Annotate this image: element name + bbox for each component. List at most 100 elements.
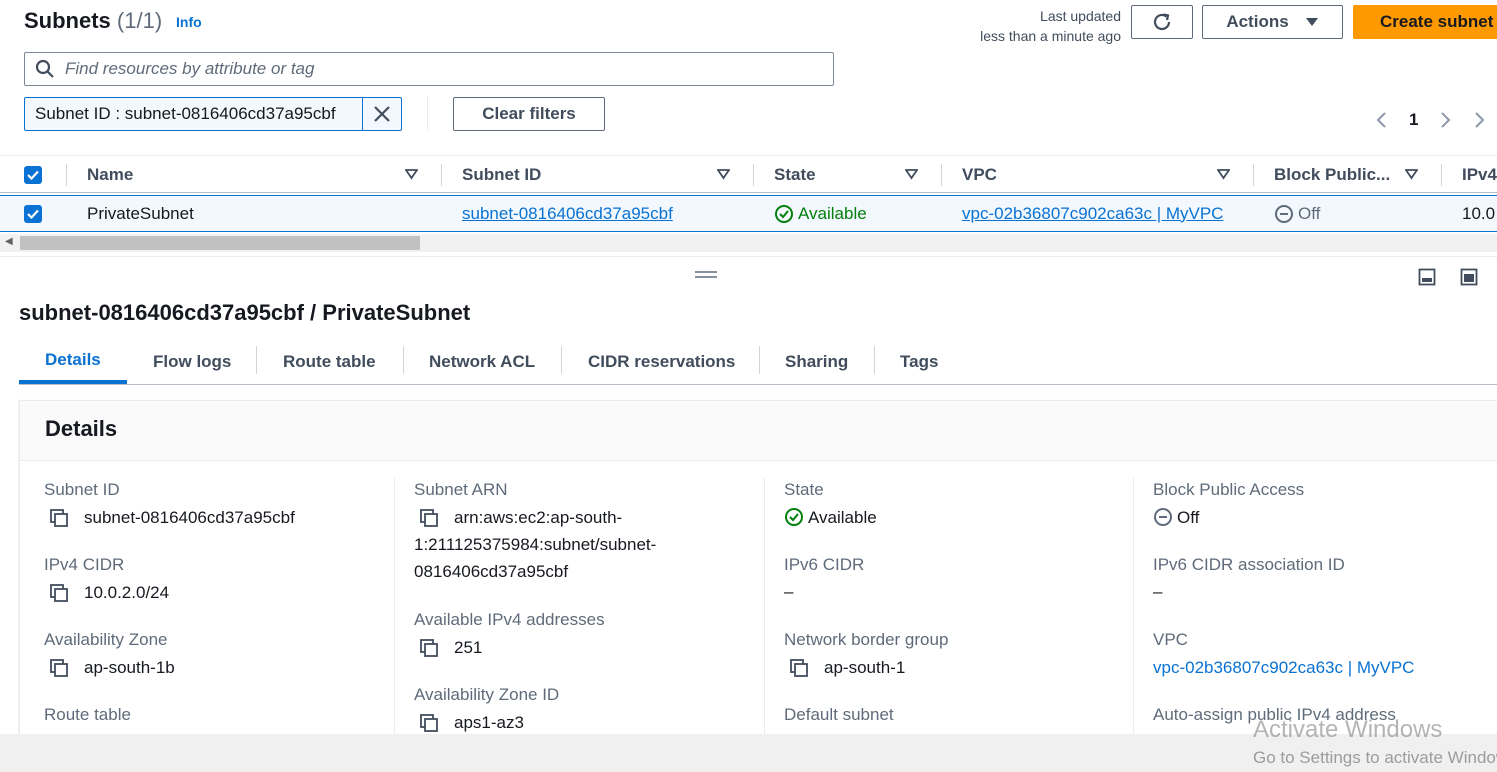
tab-sharing[interactable]: Sharing [785,340,848,384]
copy-icon[interactable] [414,634,444,661]
column-header-vpc[interactable]: VPC [962,156,1244,194]
page-title: Subnets (1/1) [24,8,162,34]
panel-side-icon[interactable] [1460,268,1478,286]
network-border-group-value: ap-south-1 [784,654,905,681]
tab-details[interactable]: Details [19,340,127,384]
select-all-checkbox[interactable] [24,156,42,194]
state-label: State [784,480,824,499]
row-checkbox[interactable] [24,196,42,231]
column-header-ipv4[interactable]: IPv4 [1462,156,1497,194]
tab-tags[interactable]: Tags [900,340,938,384]
default-subnet-label: Default subnet [784,705,894,724]
row-subnet-id-link[interactable]: subnet-0816406cd37a95cbf [462,196,673,231]
column-header-subnet-id[interactable]: Subnet ID [462,156,744,194]
row-ipv4: 10.0 [1462,203,1496,223]
block-public-access-label: Block Public Access [1153,480,1305,499]
sort-icon [1405,169,1418,180]
ipv6-association-value: – [1153,582,1163,601]
details-card-header: Details [20,401,1497,461]
page-title-text: Subnets [24,8,111,33]
copy-icon[interactable] [44,579,74,606]
copy-icon[interactable] [414,504,444,531]
chevron-left-icon[interactable] [1375,111,1387,129]
filter-token-label: Subnet ID : subnet-0816406cd37a95cbf [25,98,363,130]
column-header-state[interactable]: State [774,156,932,194]
ipv6-cidr-value: – [784,582,794,601]
create-subnet-button[interactable]: Create subnet [1353,5,1497,39]
scrollbar-thumb[interactable] [20,236,420,250]
tab-route-table[interactable]: Route table [283,340,376,384]
tab-network-acl[interactable]: Network ACL [429,340,535,384]
ipv6-cidr-label: IPv6 CIDR [784,555,865,574]
row-block-public: Off [1274,196,1320,231]
panel-bottom-icon[interactable] [1418,268,1436,286]
filter-divider [427,97,428,131]
row-state: Available [774,196,867,231]
refresh-button[interactable] [1131,5,1193,39]
route-table-label: Route table [44,705,131,724]
status-stopped-icon [1275,204,1293,223]
network-border-group-label: Network border group [784,630,949,649]
column-header-block-public[interactable]: Block Public... [1274,156,1432,194]
column-header-name[interactable]: Name [87,156,432,194]
available-ipv4-label: Available IPv4 addresses [414,610,605,629]
clear-filters-button[interactable]: Clear filters [453,97,605,131]
vpc-link[interactable]: vpc-02b36807c902ca63c | MyVPC [1153,654,1414,681]
ipv4-cidr-value: 10.0.2.0/24 [44,579,169,606]
subnet-id-value: subnet-0816406cd37a95cbf [44,504,295,531]
actions-button[interactable]: Actions [1202,5,1343,39]
settings-icon[interactable] [1474,111,1485,129]
state-value: Available [784,504,877,531]
table-row[interactable]: PrivateSubnet subnet-0816406cd37a95cbf A… [0,195,1497,232]
ipv6-association-label: IPv6 CIDR association ID [1153,555,1345,574]
available-ipv4-value: 251 [414,634,482,661]
tab-cidr-reservations[interactable]: CIDR reservations [588,340,735,384]
drag-handle-icon[interactable] [695,270,717,278]
search-icon [35,59,54,78]
status-success-icon [775,204,793,223]
subnet-id-label: Subnet ID [44,480,120,499]
copy-icon[interactable] [784,654,814,681]
row-vpc-link[interactable]: vpc-02b36807c902ca63c | MyVPC [962,196,1223,231]
sort-icon [405,169,418,180]
info-link[interactable]: Info [176,14,202,30]
pagination: 1 [1375,110,1485,130]
watermark-subtitle: Go to Settings to activate Windows. [1253,748,1497,767]
actions-label: Actions [1226,12,1289,31]
status-success-icon [785,508,803,526]
scroll-left-icon[interactable]: ◀ [5,236,13,247]
last-updated-label: Last updated [1040,8,1121,24]
copy-icon[interactable] [44,654,74,681]
sort-icon [717,169,730,180]
resource-count: (1/1) [116,8,163,33]
search-input[interactable]: Find resources by attribute or tag [24,52,834,86]
split-panel-divider [0,256,1497,257]
subnet-arn-value-line3: 0816406cd37a95cbf [414,562,569,581]
search-placeholder: Find resources by attribute or tag [65,59,315,78]
filter-token: Subnet ID : subnet-0816406cd37a95cbf [24,97,402,131]
check-icon [27,170,39,180]
last-updated: Last updated less than a minute ago [980,6,1121,46]
subnet-arn-value-line2: 1:211125375984:subnet/subnet- [414,535,657,554]
remove-filter-button[interactable] [363,98,401,130]
subnet-arn-label: Subnet ARN [414,480,508,499]
copy-icon[interactable] [44,504,74,531]
watermark-title: Activate Windows [1253,716,1443,743]
detail-tabs: Details Flow logs Route table Network AC… [19,340,1497,385]
availability-zone-label: Availability Zone [44,630,168,649]
vpc-label: VPC [1153,630,1188,649]
check-icon [27,209,39,219]
status-stopped-icon [1154,508,1172,526]
subnet-arn-value: arn:aws:ec2:ap-south- [414,504,622,531]
details-card-title: Details [45,416,118,441]
az-id-label: Availability Zone ID [414,685,560,704]
tab-flow-logs[interactable]: Flow logs [153,340,231,384]
page-number[interactable]: 1 [1409,110,1418,130]
refresh-icon [1153,13,1171,31]
availability-zone-value: ap-south-1b [44,654,175,681]
sort-icon [905,169,918,180]
copy-icon[interactable] [414,709,444,736]
chevron-right-icon[interactable] [1440,111,1452,129]
ipv4-cidr-label: IPv4 CIDR [44,555,125,574]
close-icon [374,106,390,122]
